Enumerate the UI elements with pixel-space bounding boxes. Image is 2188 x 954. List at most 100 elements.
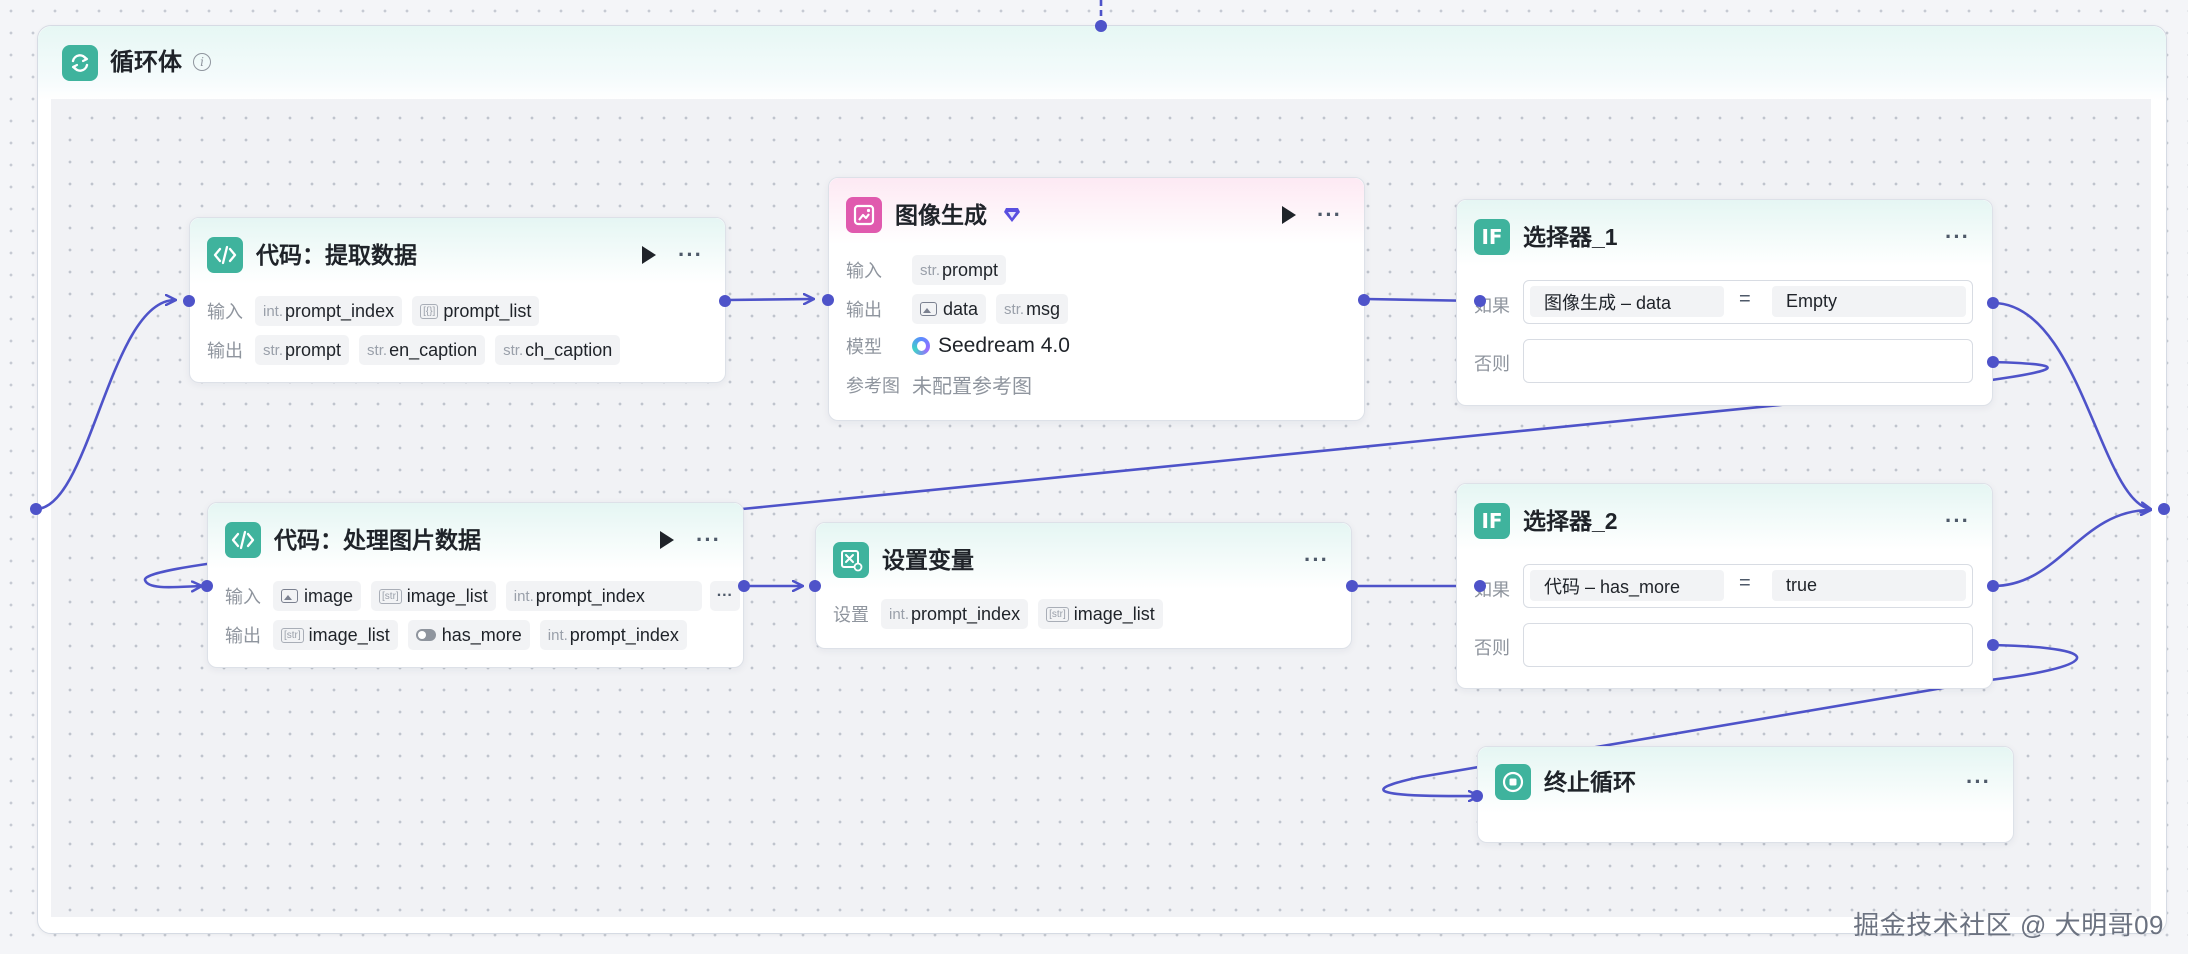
info-icon[interactable]: i: [193, 53, 211, 71]
param-tag: [str] image_list: [273, 620, 398, 650]
node-title: 代码：提取数据: [256, 242, 417, 268]
more-options-icon[interactable]: ···: [1945, 226, 1970, 248]
input-port[interactable]: [822, 294, 834, 306]
param-tag: str. prompt: [912, 255, 1007, 285]
node-selector-2[interactable]: IF 选择器_2 ··· 如果 代码 – has_more = true 否则: [1456, 483, 1993, 689]
node-title: 设置变量: [882, 547, 974, 573]
more-options-icon[interactable]: ···: [1945, 510, 1970, 532]
node-extract-data[interactable]: 代码：提取数据 ··· 输入 int. prompt_index [{}] prom…: [189, 217, 726, 383]
seedream-model-icon: [912, 337, 930, 355]
node-title: 代码：处理图片数据: [274, 527, 481, 553]
input-row: 输入 str. prompt: [846, 255, 1016, 285]
code-icon: [207, 237, 243, 273]
reference-label: 参考图: [846, 375, 900, 396]
run-play-icon[interactable]: [660, 531, 674, 549]
output-row: 输出 [str] image_list has_more int. prompt_i…: [225, 620, 697, 650]
node-title: 选择器_1: [1523, 224, 1618, 250]
else-condition-box[interactable]: [1523, 623, 1973, 667]
param-tag: int. prompt_index: [539, 620, 687, 650]
condition-operator[interactable]: =: [1739, 288, 1751, 311]
input-port[interactable]: [1474, 580, 1486, 592]
output-label: 输出: [225, 626, 261, 646]
output-row: 输出 data str. msg: [846, 294, 1078, 324]
param-tag: has_more: [407, 620, 530, 650]
param-tag: str. ch_caption: [495, 335, 621, 365]
image-type-icon: [920, 302, 937, 316]
output-port[interactable]: [738, 580, 750, 592]
node-process-image-data[interactable]: 代码：处理图片数据 ··· 输入 image [str] image_list i…: [207, 502, 744, 668]
input-label: 输入: [207, 302, 243, 322]
more-options-icon[interactable]: ···: [1317, 204, 1342, 226]
run-play-icon[interactable]: [1282, 206, 1296, 224]
if-condition-box[interactable]: 图像生成 – data = Empty: [1523, 280, 1973, 324]
output-port[interactable]: [719, 295, 731, 307]
if-icon: IF: [1474, 503, 1510, 539]
node-title: 图像生成: [895, 202, 987, 228]
image-type-icon: [281, 589, 298, 603]
if-output-port[interactable]: [1987, 580, 1999, 592]
reference-value: 未配置参考图: [912, 376, 1032, 398]
loop-icon: [62, 45, 98, 81]
input-port[interactable]: [201, 580, 213, 592]
stop-icon: [1495, 764, 1531, 800]
condition-value[interactable]: Empty: [1772, 286, 1966, 317]
premium-gem-icon: [1004, 208, 1020, 222]
set-row: 设置 int. prompt_index [str] image_list: [833, 599, 1173, 629]
if-icon: IF: [1474, 219, 1510, 255]
input-row: 输入 int. prompt_index [{}] prompt_list: [207, 296, 549, 326]
param-tag: int. prompt_index: [255, 296, 403, 326]
output-label: 输出: [846, 300, 882, 320]
param-tag: str. msg: [996, 294, 1069, 324]
if-output-port[interactable]: [1987, 297, 1999, 309]
input-port[interactable]: [1471, 790, 1483, 802]
node-selector-1[interactable]: IF 选择器_1 ··· 如果 图像生成 – data = Empty 否则: [1456, 199, 1993, 406]
code-icon: [225, 522, 261, 558]
node-title: 选择器_2: [1523, 508, 1618, 534]
output-port[interactable]: [1346, 580, 1358, 592]
condition-variable[interactable]: 图像生成 – data: [1530, 286, 1724, 317]
node-title: 终止循环: [1544, 769, 1636, 795]
param-tag: str. prompt: [255, 335, 350, 365]
show-more-inputs-button[interactable]: ···: [709, 581, 740, 611]
set-label: 设置: [833, 605, 869, 625]
param-tag: int. prompt_index: [881, 599, 1029, 629]
more-options-icon[interactable]: ···: [1304, 549, 1329, 571]
param-tag: [{}] prompt_list: [412, 296, 540, 326]
node-image-generation[interactable]: 图像生成 ··· 输入 str. prompt 输出 data str. msg 模…: [828, 177, 1365, 421]
output-label: 输出: [207, 341, 243, 361]
node-stop-loop[interactable]: 终止循环 ···: [1477, 746, 2014, 843]
model-row: 模型 Seedream 4.0: [846, 333, 1070, 359]
condition-operator[interactable]: =: [1739, 572, 1751, 595]
model-label: 模型: [846, 337, 882, 357]
condition-variable[interactable]: 代码 – has_more: [1530, 570, 1724, 601]
model-name: Seedream 4.0: [938, 334, 1070, 357]
input-label: 输入: [225, 587, 261, 607]
watermark: 掘金技术社区 @ 大明哥09: [1853, 910, 2164, 940]
reference-image-row: 参考图 未配置参考图: [846, 370, 1032, 399]
else-condition-box[interactable]: [1523, 339, 1973, 383]
param-tag: [str] image_list: [1038, 599, 1163, 629]
if-condition-box[interactable]: 代码 – has_more = true: [1523, 564, 1973, 608]
param-tag: data: [912, 294, 987, 324]
param-tag: str. en_caption: [359, 335, 486, 365]
more-options-icon[interactable]: ···: [696, 529, 721, 551]
else-output-port[interactable]: [1987, 639, 1999, 651]
else-label: 否则: [1474, 638, 1510, 658]
run-play-icon[interactable]: [642, 246, 656, 264]
loop-title: 循环体: [110, 49, 182, 76]
condition-value[interactable]: true: [1772, 570, 1966, 601]
set-variable-icon: [833, 542, 869, 578]
more-options-icon[interactable]: ···: [1966, 771, 1991, 793]
else-output-port[interactable]: [1987, 356, 1999, 368]
image-generation-icon: [846, 197, 882, 233]
node-set-variable[interactable]: 设置变量 ··· 设置 int. prompt_index [str] image_…: [815, 522, 1352, 649]
input-port[interactable]: [1474, 295, 1486, 307]
input-port[interactable]: [183, 295, 195, 307]
input-port[interactable]: [809, 580, 821, 592]
more-options-icon[interactable]: ···: [678, 244, 703, 266]
loop-header: [38, 26, 2166, 101]
input-label: 输入: [846, 261, 882, 281]
boolean-type-icon: [415, 629, 436, 641]
param-tag: int. prompt_index: [505, 581, 702, 611]
output-port[interactable]: [1358, 294, 1370, 306]
